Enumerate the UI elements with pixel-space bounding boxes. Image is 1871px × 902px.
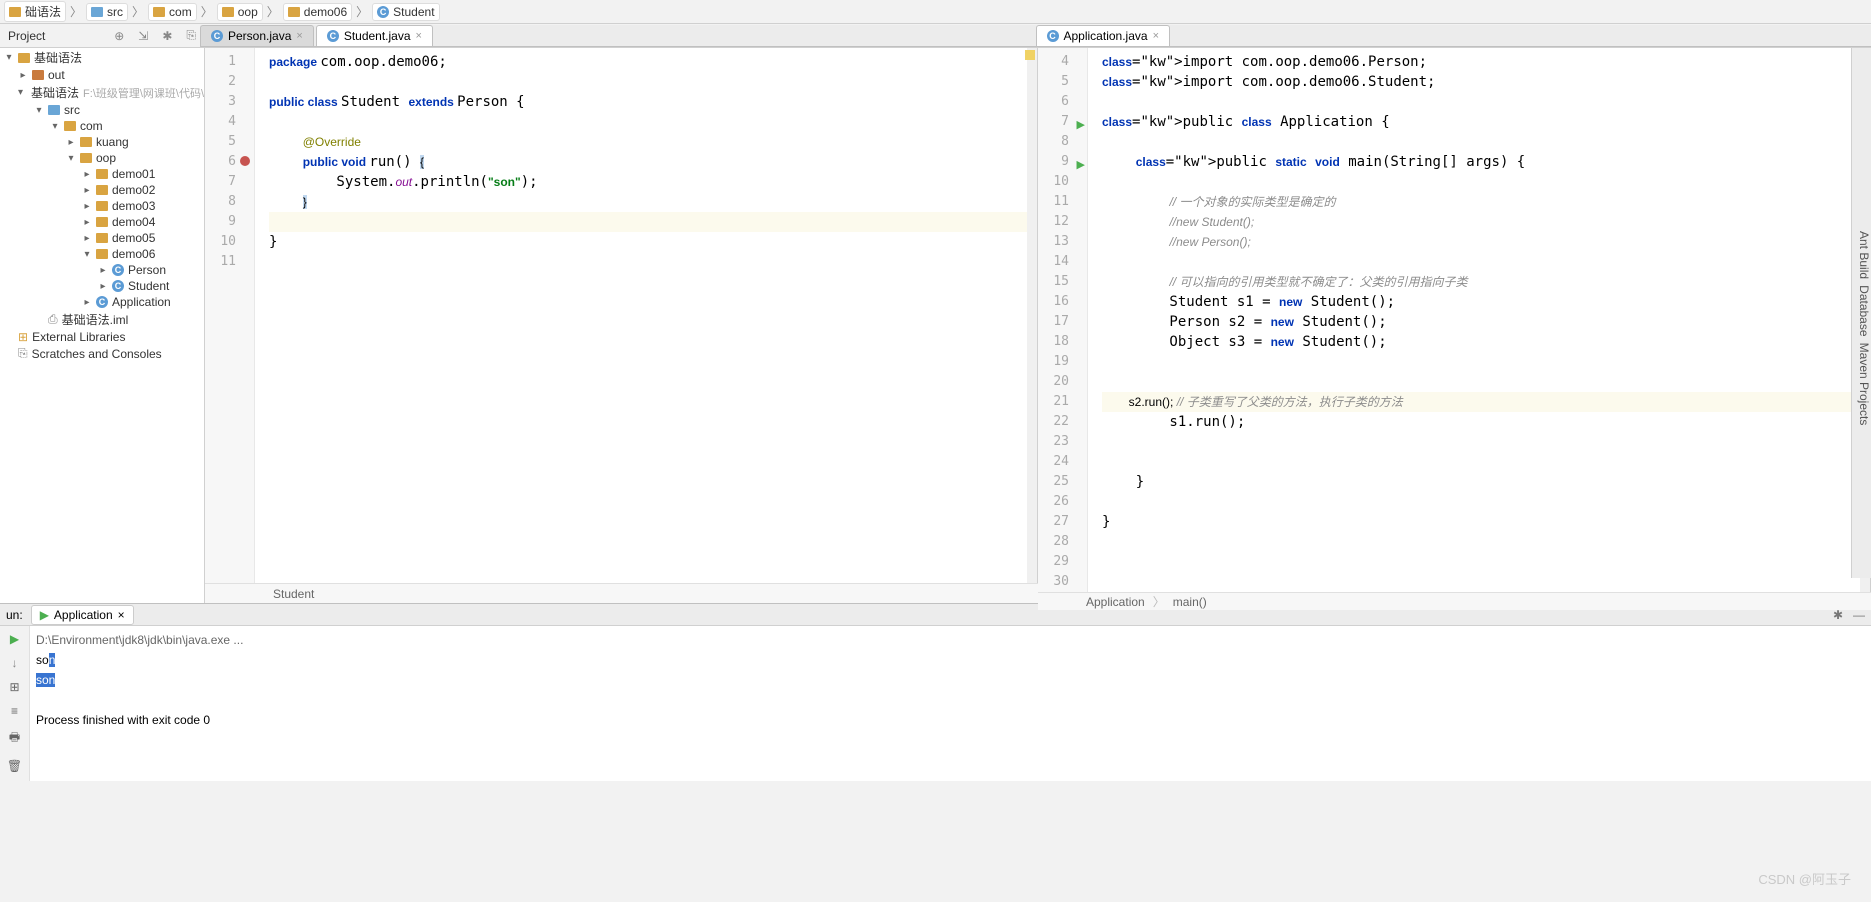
console-output[interactable]: D:\Environment\jdk8\jdk\bin\java.exe ...…	[30, 626, 1871, 781]
console-line: so	[36, 653, 49, 667]
crumb-src[interactable]: src	[86, 3, 128, 21]
print-icon[interactable]: 🖶	[9, 728, 20, 749]
project-tree[interactable]: ▾基础语法 ▸out ▾基础语法 F:\班级管理\网课班\代码\Ja ▾src …	[0, 48, 205, 603]
close-icon[interactable]: ×	[416, 30, 422, 42]
crumb-com[interactable]: com	[148, 3, 197, 21]
close-icon[interactable]: ×	[1153, 30, 1159, 42]
gutter-right: 4567▶89▶10111213141516171819202122232425…	[1038, 48, 1088, 592]
run-config-tab[interactable]: ▶Application×	[31, 605, 134, 625]
gutter-left: 1234567891011	[205, 48, 255, 583]
project-toolbar: Project ⊕ ⇲ ✱ ⎘ CPerson.java× CStudent.j…	[0, 24, 1871, 48]
hide-icon[interactable]: ⎘	[182, 28, 200, 43]
rerun-icon[interactable]: ▶	[10, 632, 19, 646]
main-area: ▾基础语法 ▸out ▾基础语法 F:\班级管理\网课班\代码\Ja ▾src …	[0, 48, 1871, 603]
console-selection: n	[49, 653, 56, 667]
tab-application[interactable]: CApplication.java×	[1036, 25, 1171, 46]
close-icon[interactable]: ×	[296, 30, 302, 42]
gear-icon[interactable]: ✱	[158, 29, 176, 43]
crumb-root[interactable]: 础语法	[4, 1, 66, 22]
watermark: CSDN @阿玉子	[1758, 869, 1851, 888]
breadcrumb-bar: 础语法〉 src〉 com〉 oop〉 demo06〉 CStudent	[0, 0, 1871, 24]
console-exit: Process finished with exit code 0	[36, 710, 1865, 730]
editor-application[interactable]: 4567▶89▶10111213141516171819202122232425…	[1038, 48, 1871, 592]
editor-tabs-right: CApplication.java×	[1036, 25, 1871, 47]
tab-person[interactable]: CPerson.java×	[200, 25, 314, 46]
crumb-class[interactable]: CStudent	[372, 3, 439, 21]
target-icon[interactable]: ⊕	[110, 29, 128, 43]
filter-icon[interactable]: ≡	[11, 704, 18, 718]
editor-status-left: Student	[205, 583, 1038, 603]
code-right[interactable]: class="kw">import com.oop.demo06.Person;…	[1088, 48, 1870, 592]
run-label: un:	[6, 608, 23, 622]
run-toolbar: ▶ ↓ ⊞ ≡ 🖶 🗑	[0, 626, 30, 781]
trash-icon[interactable]: 🗑	[7, 759, 22, 773]
minimize-icon[interactable]: —	[1853, 608, 1865, 622]
editor-split: 1234567891011 package com.oop.demo06; pu…	[205, 48, 1871, 603]
scrollbar[interactable]	[1027, 48, 1037, 583]
editor-tabs-left: CPerson.java× CStudent.java×	[200, 25, 1036, 47]
run-panel: un: ▶Application× ✱ — ▶ ↓ ⊞ ≡ 🖶 🗑 D:\Env…	[0, 603, 1871, 781]
editor-status-right: Application〉main()	[1038, 592, 1871, 610]
close-icon[interactable]: ×	[118, 608, 125, 622]
code-left[interactable]: package com.oop.demo06; public class Stu…	[255, 48, 1037, 583]
gear-icon[interactable]: ✱	[1833, 608, 1843, 622]
stop-icon[interactable]: ↓	[12, 656, 18, 670]
crumb-oop[interactable]: oop	[217, 3, 263, 21]
layout-icon[interactable]: ⊞	[9, 680, 19, 694]
editor-student[interactable]: 1234567891011 package com.oop.demo06; pu…	[205, 48, 1038, 583]
right-tool-gutter[interactable]: Ant Build Database Maven Projects	[1851, 48, 1871, 578]
crumb-demo06[interactable]: demo06	[283, 3, 352, 21]
console-selection: son	[36, 673, 55, 687]
project-label: Project	[8, 29, 45, 43]
tab-student[interactable]: CStudent.java×	[316, 25, 433, 46]
collapse-icon[interactable]: ⇲	[134, 29, 152, 43]
console-cmd: D:\Environment\jdk8\jdk\bin\java.exe ...	[36, 630, 1865, 650]
